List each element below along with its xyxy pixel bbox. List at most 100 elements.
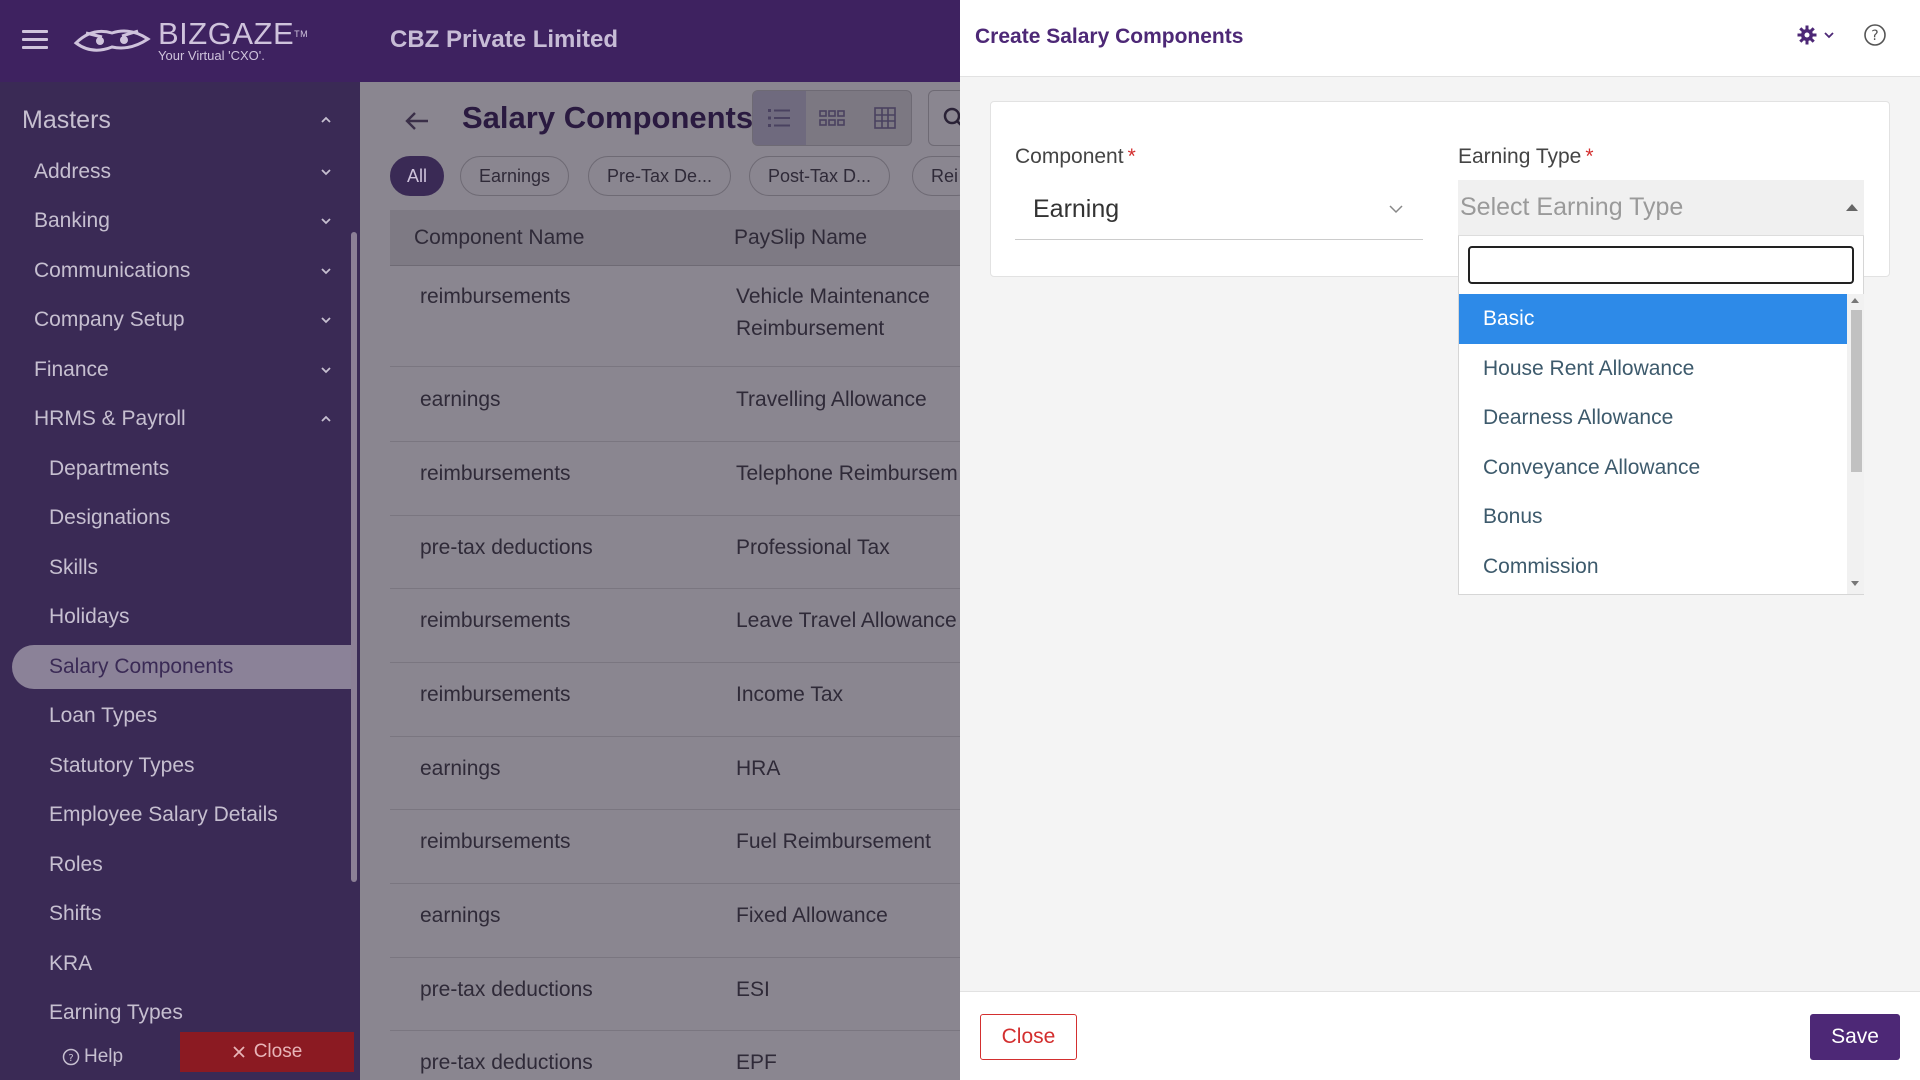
dropdown-option-conveyance-allowance[interactable]: Conveyance Allowance: [1459, 443, 1847, 493]
table-row[interactable]: reimbursements Fuel Reimbursement: [390, 810, 960, 884]
dropdown-option-basic[interactable]: Basic: [1459, 294, 1847, 344]
table-row[interactable]: earnings Fixed Allowance: [390, 884, 960, 958]
sidebar-section-masters[interactable]: Masters: [22, 100, 332, 140]
sidebar-footer: ? Help Close: [0, 1032, 360, 1080]
sidebar-item-earning-types[interactable]: Earning Types: [49, 991, 332, 1035]
sidebar-item-label: Finance: [34, 358, 109, 381]
drawer-header: Create Salary Components ?: [960, 0, 1920, 77]
sidebar-item-label: Designations: [49, 506, 171, 529]
sidebar-item-label: KRA: [49, 952, 93, 975]
sidebar-item-label: Employee Salary Details: [49, 803, 278, 826]
filter-chip-reimbursements[interactable]: Rei: [912, 156, 960, 196]
table-row[interactable]: reimbursements Telephone Reimbursem: [390, 442, 960, 516]
filter-chip-earnings[interactable]: Earnings: [460, 156, 570, 196]
cell-component: pre-tax deductions: [420, 978, 593, 1001]
table-row[interactable]: earnings HRA: [390, 737, 960, 810]
sidebar-item-designations[interactable]: Designations: [49, 496, 332, 540]
chevron-down-icon: [321, 367, 331, 374]
sidebar-item-label: Departments: [49, 457, 170, 480]
sidebar-item-label: Earning Types: [49, 1001, 183, 1024]
dropdown-scrollbar-thumb[interactable]: [1851, 310, 1862, 472]
scroll-up-arrow-icon[interactable]: [1851, 298, 1859, 303]
sidebar-item-hrms-payroll[interactable]: HRMS & Payroll: [34, 397, 332, 441]
component-select[interactable]: Earning: [1015, 180, 1423, 240]
cell-component: earnings: [420, 757, 501, 780]
sidebar-item-kra[interactable]: KRA: [49, 942, 332, 986]
column-header-component-name[interactable]: Component Name: [414, 226, 584, 250]
sidebar-item-label: Address: [34, 160, 112, 183]
sidebar-item-communications[interactable]: Communications: [34, 249, 332, 293]
sidebar-item-salary-components[interactable]: Salary Components: [12, 645, 352, 689]
column-header-payslip-name[interactable]: PaySlip Name: [734, 226, 867, 250]
close-x-icon: [233, 1046, 245, 1058]
help-circle-icon: ?: [62, 1048, 80, 1066]
list-view-button[interactable]: [753, 91, 806, 145]
main-content: Salary Components All Earnings Pre-Tax D…: [360, 82, 960, 1080]
cell-payslip: HRA: [736, 757, 781, 780]
card-view-icon: [819, 110, 845, 126]
cell-component: earnings: [420, 904, 501, 927]
required-mark: *: [1127, 145, 1136, 168]
sidebar-item-roles[interactable]: Roles: [49, 843, 332, 887]
sidebar-item-finance[interactable]: Finance: [34, 348, 332, 392]
card-view-button[interactable]: [806, 91, 859, 145]
grid-view-button[interactable]: [858, 91, 911, 145]
required-mark: *: [1585, 145, 1594, 168]
dropdown-option-bonus[interactable]: Bonus: [1459, 492, 1847, 542]
earning-type-placeholder: Select Earning Type: [1460, 193, 1684, 221]
cell-payslip-line2: Reimbursement: [736, 317, 885, 340]
sidebar-item-holidays[interactable]: Holidays: [49, 595, 332, 639]
table-row[interactable]: reimbursements Leave Travel Allowance: [390, 589, 960, 663]
earning-type-select[interactable]: Select Earning Type: [1458, 180, 1864, 236]
table-row[interactable]: reimbursements Income Tax: [390, 663, 960, 737]
company-name: CBZ Private Limited: [390, 26, 619, 53]
filter-chip-all[interactable]: All: [390, 156, 445, 196]
help-button[interactable]: ? Help: [62, 1046, 123, 1068]
sidebar-item-shifts[interactable]: Shifts: [49, 892, 332, 936]
save-button[interactable]: Save: [1810, 1014, 1900, 1060]
cell-payslip: Income Tax: [736, 683, 843, 706]
help-circle-icon[interactable]: ?: [1863, 23, 1887, 47]
table-row[interactable]: pre-tax deductions EPF: [390, 1031, 960, 1080]
menu-icon[interactable]: [22, 30, 48, 50]
table-header: Component Name PaySlip Name: [390, 210, 960, 266]
cell-payslip: Professional Tax: [736, 536, 890, 559]
sidebar-item-statutory-types[interactable]: Statutory Types: [49, 744, 332, 788]
scroll-down-arrow-icon[interactable]: [1851, 581, 1859, 586]
earning-type-field-label: Earning Type *: [1458, 145, 1594, 169]
dropdown-option-dearness-allowance[interactable]: Dearness Allowance: [1459, 393, 1847, 443]
sidebar-item-address[interactable]: Address: [34, 150, 332, 194]
sidebar-item-departments[interactable]: Departments: [49, 447, 332, 491]
sidebar-item-label: Statutory Types: [49, 754, 195, 777]
filter-chip-post-tax-deductions[interactable]: Post-Tax D...: [749, 156, 891, 196]
logo-tagline: Your Virtual 'CXO'.: [158, 48, 265, 63]
cell-component: pre-tax deductions: [420, 1051, 593, 1074]
back-arrow-icon[interactable]: [402, 106, 432, 136]
sidebar-item-employee-salary-details[interactable]: Employee Salary Details: [49, 793, 332, 837]
chevron-down-icon: [1389, 205, 1403, 214]
sidebar-close-button[interactable]: Close: [180, 1032, 354, 1072]
svg-text:?: ?: [68, 1053, 73, 1064]
cell-component: reimbursements: [420, 462, 571, 485]
dropdown-option-house-rent-allowance[interactable]: House Rent Allowance: [1459, 344, 1847, 394]
table-row[interactable]: earnings Travelling Allowance: [390, 368, 960, 442]
cell-payslip: Fixed Allowance: [736, 904, 888, 927]
table-row[interactable]: reimbursements Vehicle Maintenance Reimb…: [390, 267, 960, 367]
sidebar-scrollbar[interactable]: [351, 232, 357, 882]
sidebar-item-loan-types[interactable]: Loan Types: [49, 694, 332, 738]
sidebar-item-banking[interactable]: Banking: [34, 199, 332, 243]
dropdown-option-commission[interactable]: Commission: [1459, 542, 1847, 592]
cell-component: reimbursements: [420, 285, 571, 308]
table-row[interactable]: pre-tax deductions Professional Tax: [390, 516, 960, 589]
earning-type-search-input[interactable]: [1468, 246, 1854, 284]
cell-component: reimbursements: [420, 609, 571, 632]
search-button[interactable]: [928, 90, 960, 146]
table-row[interactable]: pre-tax deductions ESI: [390, 958, 960, 1031]
sidebar-item-skills[interactable]: Skills: [49, 546, 332, 590]
gear-icon: [1797, 25, 1817, 45]
filter-chip-pre-tax-deductions[interactable]: Pre-Tax De...: [588, 156, 732, 196]
settings-menu-button[interactable]: [1797, 25, 1835, 45]
sidebar-item-label: Roles: [49, 853, 103, 876]
sidebar-item-company-setup[interactable]: Company Setup: [34, 298, 332, 342]
close-button[interactable]: Close: [980, 1014, 1077, 1060]
